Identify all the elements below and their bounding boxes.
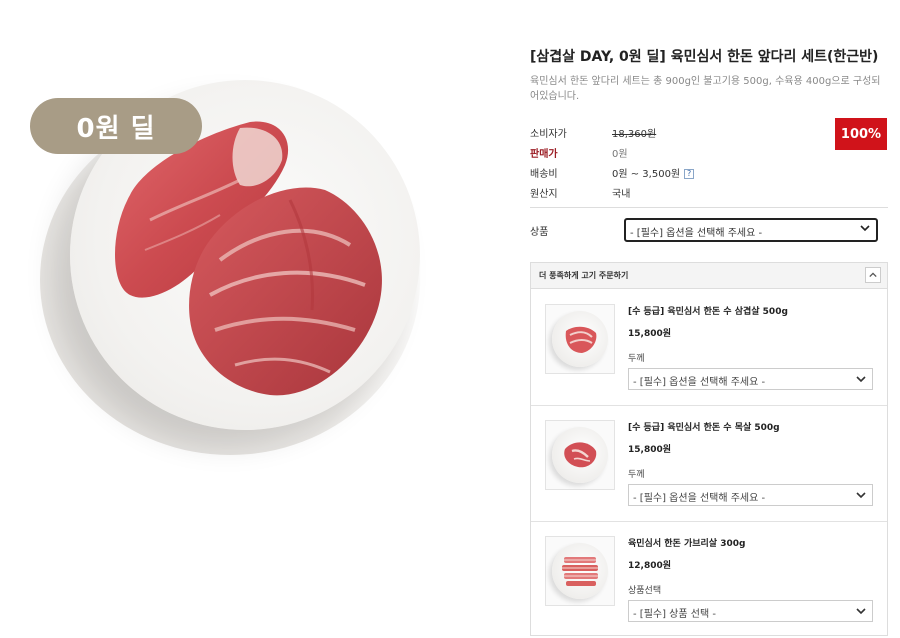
product-thumbnail[interactable] [545, 304, 615, 374]
item-name[interactable]: 육민심서 한돈 가브리살 300g [628, 536, 745, 549]
list-item: 육민심서 한돈 가브리살 300g 12,800원 상품선택 - [필수] 상품… [531, 522, 887, 638]
sale-price-value: 0원 [612, 148, 628, 160]
item-option-select[interactable]: - [필수] 옵션을 선택해 주세요 - [628, 484, 873, 506]
product-title: [삼겹살 DAY, 0원 딜] 육민심서 한돈 앞다리 세트(한근반) [530, 49, 879, 65]
item-price: 15,800원 [628, 445, 672, 455]
product-thumbnail[interactable] [545, 536, 615, 606]
item-option-label: 두께 [628, 354, 645, 364]
consumer-price-label: 소비자가 [530, 128, 567, 140]
shipping-value: 0원 ~ 3,500원? [612, 165, 695, 180]
chevron-down-icon [856, 376, 866, 383]
pork-neck-image [564, 442, 597, 468]
product-thumbnail[interactable] [545, 420, 615, 490]
origin-label: 원산지 [530, 188, 558, 200]
option-select-value: - [필수] 옵션을 선택해 주세요 - [630, 228, 763, 239]
item-option-select[interactable]: - [필수] 상품 선택 - [628, 600, 873, 622]
item-name[interactable]: [수 등급] 육민심서 한돈 수 삼겹살 500g [628, 304, 788, 317]
origin-row: 원산지 국내 [530, 182, 888, 202]
help-icon[interactable]: ? [684, 168, 695, 179]
list-item: [수 등급] 육민심서 한돈 수 목살 500g 15,800원 두께 - [필… [531, 406, 887, 522]
item-option-label: 상품선택 [628, 586, 662, 596]
item-name[interactable]: [수 등급] 육민심서 한돈 수 목살 500g [628, 420, 780, 433]
option-label: 상품 [530, 227, 549, 238]
shipping-value-text: 0원 ~ 3,500원 [612, 168, 681, 180]
more-meat-section: 더 풍족하게 고기 주문하기 [수 등급] 육민심서 한돈 수 삼겹살 500g… [530, 262, 888, 636]
more-meat-title: 더 풍족하게 고기 주문하기 [539, 271, 629, 280]
shipping-row: 배송비 0원 ~ 3,500원? [530, 162, 888, 182]
divider [530, 207, 888, 208]
pork-meat-image [115, 121, 382, 396]
chevron-up-icon [869, 272, 877, 278]
list-item: [수 등급] 육민심서 한돈 수 삼겹살 500g 15,800원 두께 - [… [531, 290, 887, 406]
consumer-price-value: 18,360원 [612, 128, 657, 140]
collapse-button[interactable] [865, 267, 881, 283]
item-price: 15,800원 [628, 329, 672, 339]
chevron-down-icon [856, 492, 866, 499]
pork-jowl-image [562, 557, 598, 586]
item-select-value: - [필수] 옵션을 선택해 주세요 - [633, 377, 766, 388]
item-option-select[interactable]: - [필수] 옵션을 선택해 주세요 - [628, 368, 873, 390]
chevron-down-icon [856, 608, 866, 615]
product-image: 0원 딜 [0, 0, 500, 638]
zero-won-deal-badge: 0원 딜 [30, 98, 202, 154]
chevron-down-icon [860, 225, 870, 232]
product-description: 육민심서 한돈 앞다리 세트는 총 900g인 불고기용 500g, 수육용 4… [530, 76, 881, 102]
option-select[interactable]: - [필수] 옵션을 선택해 주세요 - [624, 218, 878, 242]
discount-badge: 100% [835, 118, 887, 150]
shipping-label: 배송비 [530, 168, 558, 180]
item-select-value: - [필수] 옵션을 선택해 주세요 - [633, 493, 766, 504]
more-meat-header: 더 풍족하게 고기 주문하기 [531, 263, 887, 289]
sale-price-label: 판매가 [530, 148, 558, 160]
item-price: 12,800원 [628, 561, 672, 571]
item-option-label: 두께 [628, 470, 645, 480]
item-select-value: - [필수] 상품 선택 - [633, 609, 716, 620]
pork-belly-image [565, 326, 597, 353]
origin-value: 국내 [612, 188, 631, 200]
